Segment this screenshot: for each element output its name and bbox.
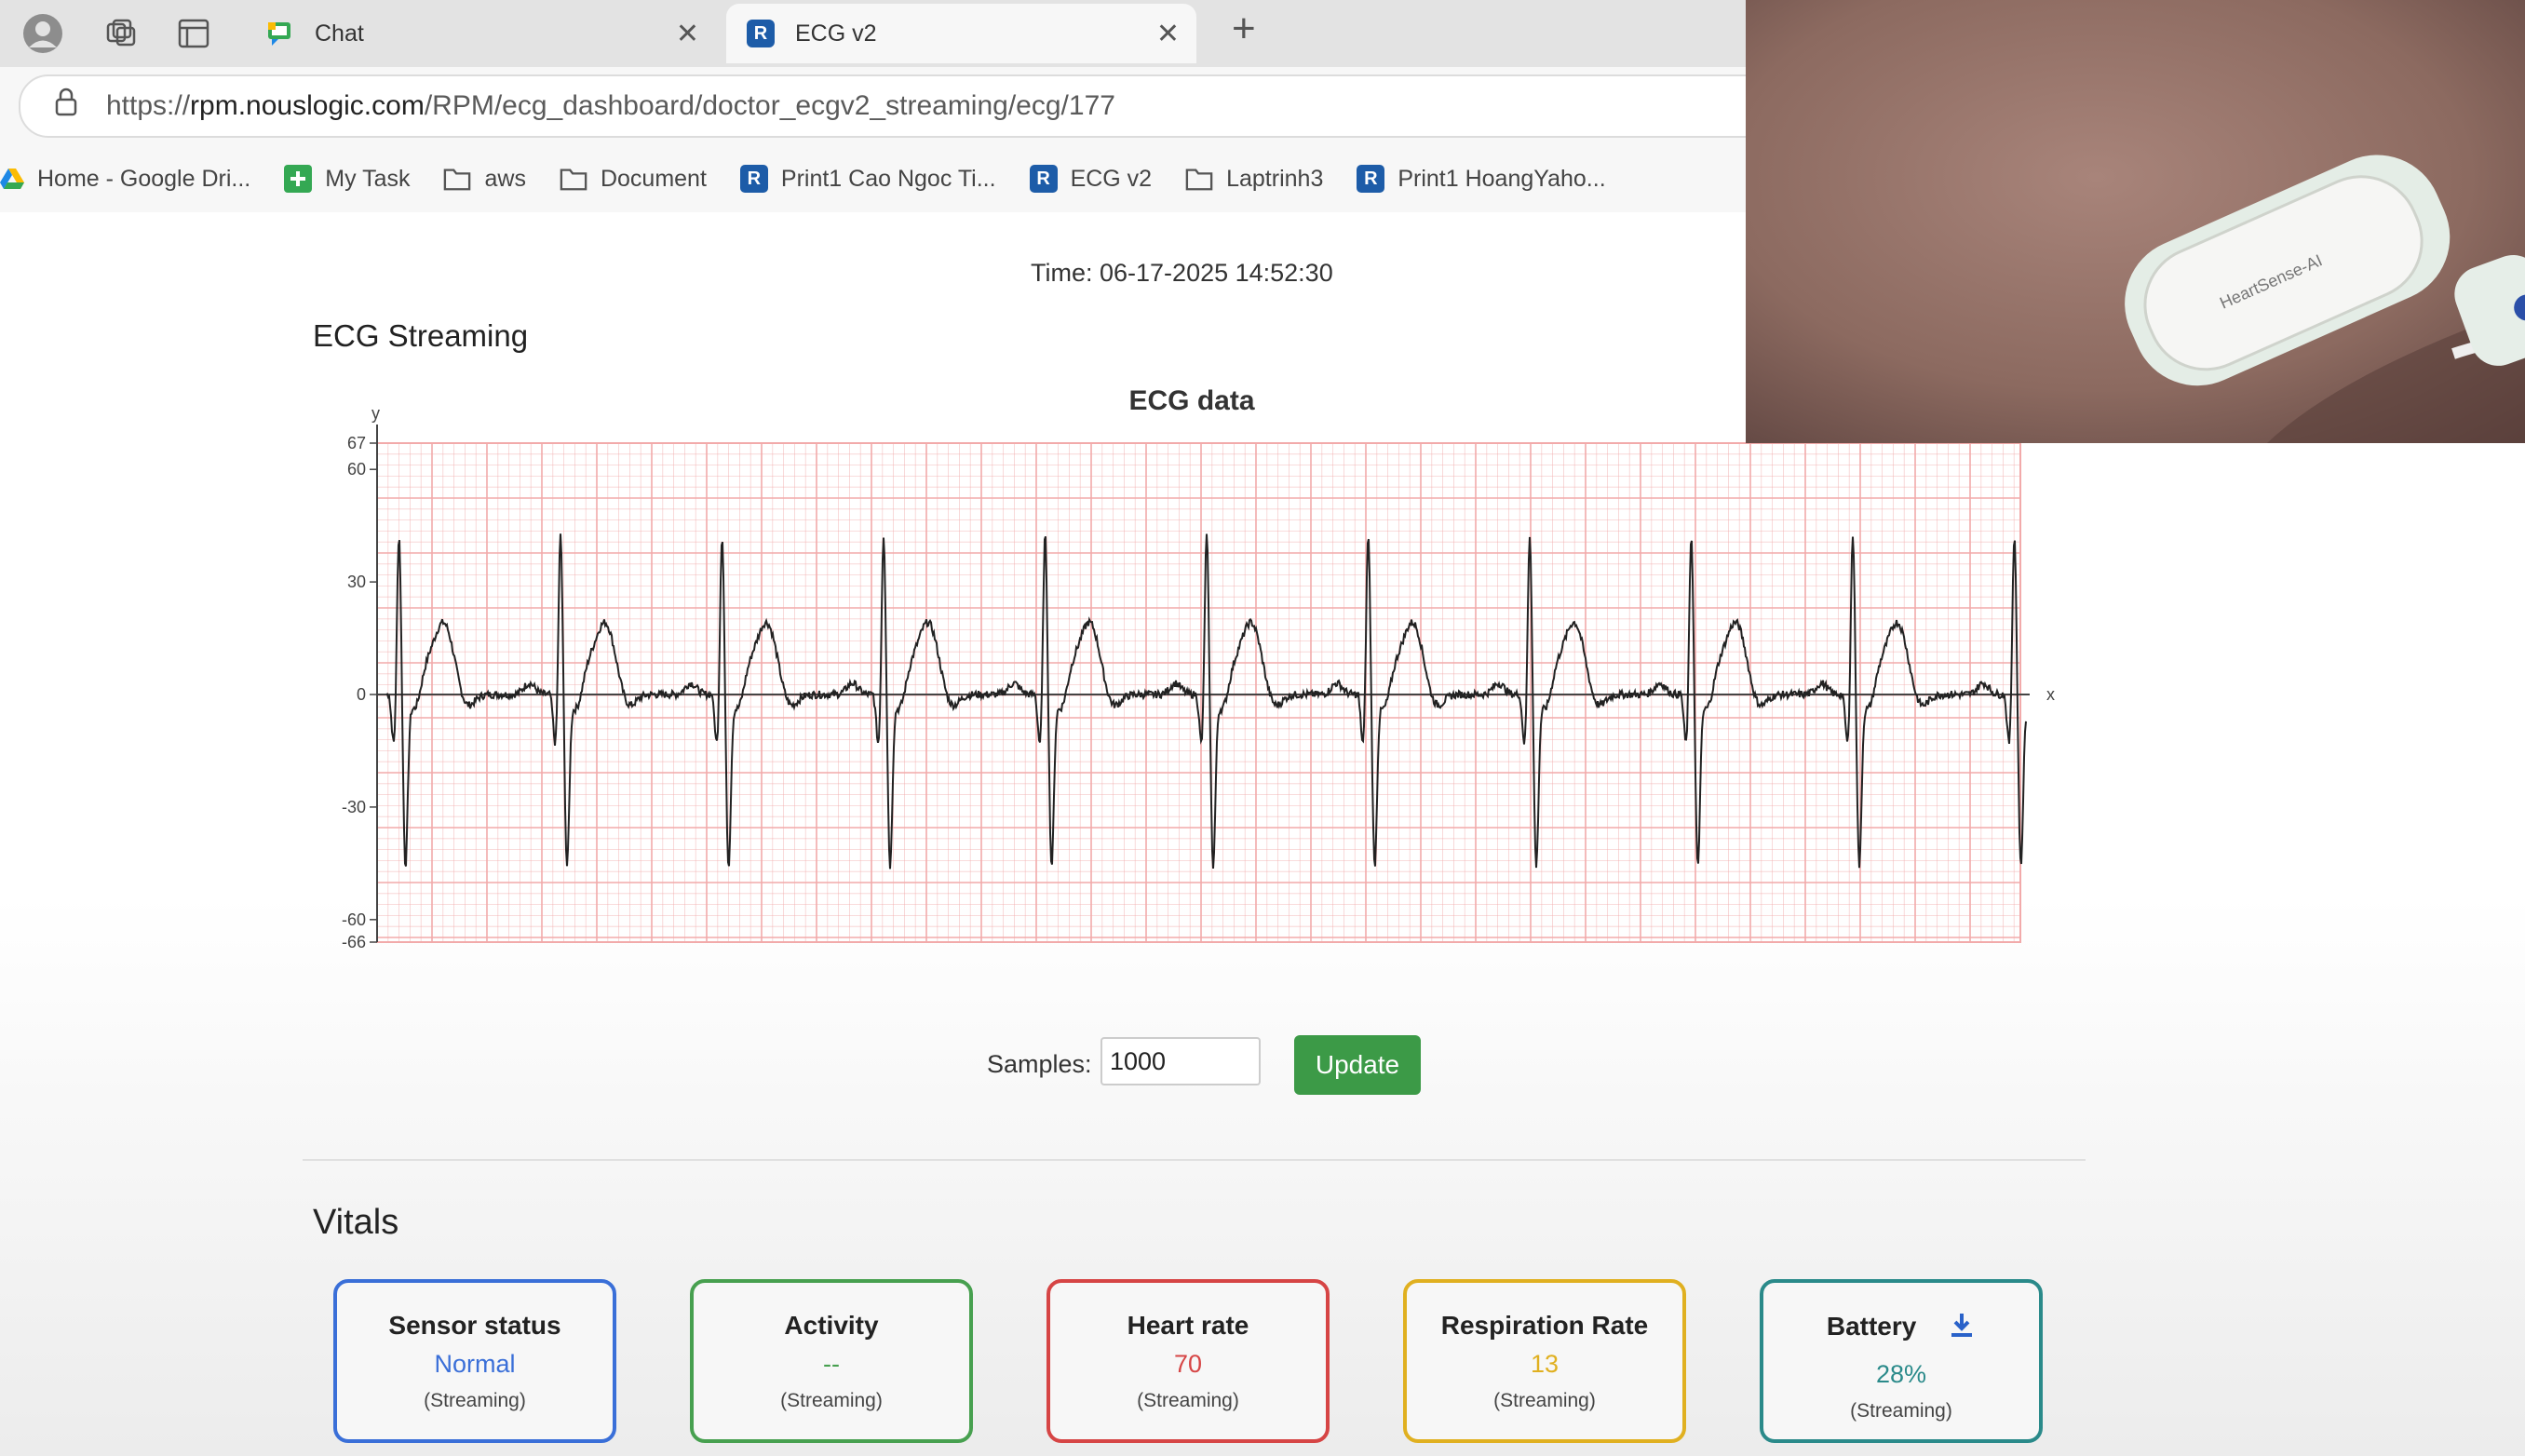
ecg-trace — [385, 533, 2027, 870]
chart-title: ECG data — [1128, 385, 1254, 416]
folder-icon — [1185, 166, 1213, 192]
bookmark-laptrinh3[interactable]: Laptrinh3 — [1185, 166, 1323, 193]
workspaces-icon[interactable] — [97, 9, 145, 58]
vital-subtext: (Streaming) — [1137, 1390, 1239, 1411]
r-logo-icon: R — [1029, 165, 1058, 193]
vital-value: 70 — [1173, 1350, 1203, 1378]
close-tab-icon[interactable]: ✕ — [676, 18, 699, 50]
bookmark-aws[interactable]: aws — [443, 165, 526, 193]
ecg-chart: ECG data y x 67 60 30 0 -30 -60 -66 — [342, 385, 2055, 951]
bookmark-google-drive[interactable]: Home - Google Dri... — [0, 166, 250, 193]
vital-card-battery: Battery 28% (Streaming) — [1760, 1279, 2043, 1443]
vital-subtext: (Streaming) — [780, 1390, 883, 1411]
bookmark-label: Home - Google Dri... — [37, 165, 251, 192]
y-tick-label: 30 — [347, 573, 366, 591]
vital-title: Heart rate — [1127, 1311, 1249, 1340]
bookmark-document[interactable]: Document — [560, 166, 707, 193]
bookmark-label: Print1 HoangYaho... — [1398, 165, 1606, 192]
url-bar[interactable]: https://rpm.nouslogic.com/RPM/ecg_dashbo… — [19, 74, 1791, 138]
y-tick-label: -66 — [342, 933, 366, 951]
vital-value: -- — [823, 1350, 840, 1378]
y-tick-label: -60 — [342, 910, 366, 929]
bookmark-label: My Task — [325, 165, 411, 192]
camera-overlay: HeartSense-AI — [1746, 0, 2525, 443]
tab-actions-icon[interactable] — [169, 9, 218, 58]
vital-subtext: (Streaming) — [1850, 1400, 1952, 1422]
vital-card-respiration-rate: Respiration Rate 13 (Streaming) — [1403, 1279, 1686, 1443]
lock-icon — [54, 88, 78, 125]
y-tick-label: 67 — [347, 434, 366, 452]
bookmark-my-task[interactable]: My Task — [284, 165, 411, 193]
y-axis-label: y — [371, 404, 380, 423]
bookmark-ecg-v2[interactable]: R ECG v2 — [1029, 165, 1153, 193]
new-tab-button[interactable]: + — [1232, 6, 1256, 52]
x-axis-label: x — [2046, 685, 2055, 704]
tab-label: Chat — [315, 20, 364, 47]
vital-card-activity: Activity -- (Streaming) — [690, 1279, 973, 1443]
browser-tab-bar: Chat ✕ R ECG v2 ✕ + — [0, 0, 1746, 68]
bookmark-label: Laptrinh3 — [1226, 165, 1324, 192]
samples-label: Samples: — [987, 1050, 1092, 1078]
folder-icon — [443, 166, 471, 192]
profile-icon[interactable] — [19, 9, 67, 58]
bookmarks-bar: Home - Google Dri... My Task aws Documen… — [0, 145, 1746, 212]
vitals-section-title: Vitals — [313, 1203, 399, 1242]
vital-value: 13 — [1530, 1350, 1560, 1378]
bookmark-print1-cao[interactable]: R Print1 Cao Ngoc Ti... — [739, 165, 996, 193]
divider — [303, 1159, 2086, 1161]
download-icon[interactable] — [1948, 1311, 1976, 1345]
url-path: /RPM/ecg_dashboard/doctor_ecgv2_streamin… — [424, 90, 1115, 121]
vital-subtext: (Streaming) — [1493, 1390, 1596, 1411]
vital-title: Battery — [1763, 1311, 2039, 1345]
samples-input[interactable] — [1100, 1037, 1261, 1085]
y-tick-label: 60 — [347, 460, 366, 479]
url-prefix: https:// — [106, 90, 191, 121]
tab-ecg-v2[interactable]: R ECG v2 ✕ — [726, 4, 1196, 63]
url-host: rpm.nouslogic.com — [190, 90, 425, 121]
update-button[interactable]: Update — [1294, 1035, 1421, 1095]
vital-title-text: Battery — [1826, 1311, 1917, 1341]
vital-title: Sensor status — [388, 1311, 561, 1340]
chat-icon — [266, 20, 294, 47]
plus-icon — [284, 165, 313, 193]
vital-title: Respiration Rate — [1440, 1311, 1649, 1340]
address-row: https://rpm.nouslogic.com/RPM/ecg_dashbo… — [0, 67, 1791, 145]
bookmark-label: Print1 Cao Ngoc Ti... — [780, 165, 996, 192]
bookmark-print1-hoang[interactable]: R Print1 HoangYaho... — [1357, 165, 1606, 193]
folder-icon — [560, 166, 587, 192]
vital-value: 28% — [1875, 1360, 1927, 1388]
vital-title: Activity — [784, 1311, 879, 1340]
r-logo-icon: R — [739, 165, 768, 193]
bookmark-label: aws — [484, 165, 526, 192]
bookmark-label: Document — [600, 165, 707, 192]
tab-chat[interactable]: Chat ✕ — [246, 4, 716, 63]
bookmark-label: ECG v2 — [1070, 165, 1153, 192]
r-logo-icon: R — [1357, 165, 1385, 193]
y-tick-label: -30 — [342, 798, 366, 816]
r-logo-icon: R — [747, 20, 775, 47]
y-tick-label: 0 — [357, 685, 366, 704]
vital-card-heart-rate: Heart rate 70 (Streaming) — [1046, 1279, 1330, 1443]
vital-card-sensor-status: Sensor status Normal (Streaming) — [333, 1279, 616, 1443]
timestamp: Time: 06-17-2025 14:52:30 — [1031, 259, 1333, 287]
close-tab-icon[interactable]: ✕ — [1156, 18, 1180, 50]
ecg-section-title: ECG Streaming — [313, 318, 529, 353]
vital-subtext: (Streaming) — [424, 1390, 526, 1411]
ecg-patch-photo: HeartSense-AI — [1746, 0, 2525, 443]
google-drive-icon — [0, 166, 24, 192]
vital-value: Normal — [434, 1350, 516, 1378]
tab-label: ECG v2 — [795, 20, 877, 47]
